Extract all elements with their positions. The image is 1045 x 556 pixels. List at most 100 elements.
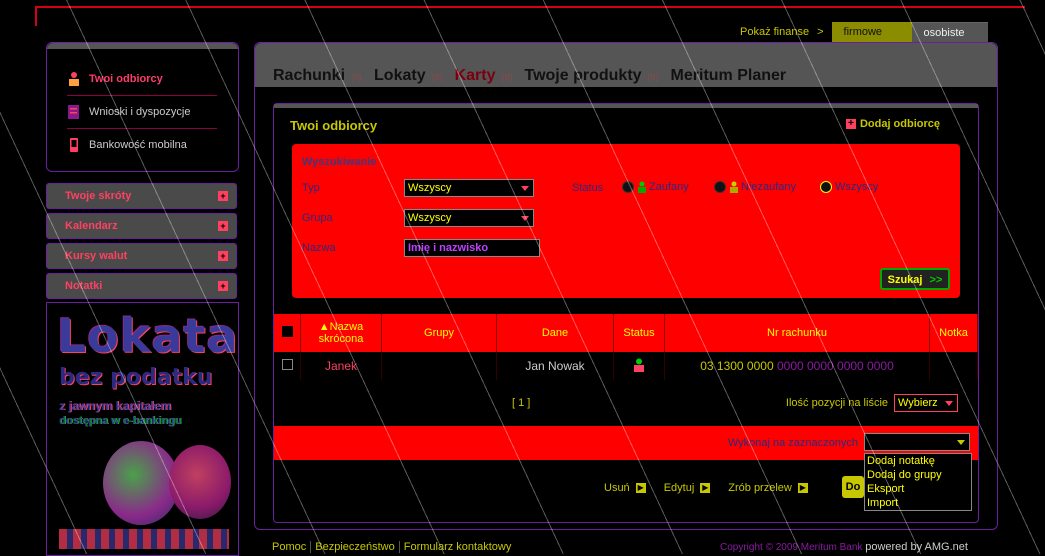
tab-label: Karty bbox=[454, 67, 496, 84]
sidebar-button-label: Kalendarz bbox=[65, 220, 118, 232]
footer-link-contact[interactable]: Formularz kontaktowy bbox=[404, 541, 512, 553]
per-page-select[interactable]: Wybierz bbox=[894, 394, 958, 412]
sidebar-button-calendar[interactable]: Kalendarz + bbox=[46, 213, 237, 239]
radio-icon-selected bbox=[820, 181, 832, 193]
tab-firmowe[interactable]: firmowe bbox=[831, 22, 912, 42]
type-select[interactable]: Wszyscy bbox=[404, 179, 534, 197]
filter-title: Wyszukiwanie bbox=[302, 156, 377, 168]
document-icon bbox=[68, 105, 79, 119]
tab-cards[interactable]: Karty (0) bbox=[455, 67, 519, 85]
group-select-value: Wszyscy bbox=[408, 212, 452, 224]
tab-label: Rachunki bbox=[273, 67, 346, 84]
cell-data: Jan Nowak bbox=[496, 352, 614, 380]
status-radio-untrusted[interactable]: Niezaufany bbox=[714, 181, 796, 193]
table-header-row: ▲Nazwa skrócona Grupy Dane Status Nr rac… bbox=[274, 314, 978, 352]
chevron-down-icon bbox=[957, 440, 965, 445]
sidebar-button-label: Twoje skróty bbox=[65, 190, 132, 202]
tab-products[interactable]: Twoje produkty (0) bbox=[525, 67, 665, 85]
bulk-option-export[interactable]: Eksport bbox=[865, 482, 971, 496]
cell-short-name[interactable]: Janek bbox=[300, 352, 382, 380]
type-label: Typ bbox=[302, 182, 320, 194]
recipients-panel-header bbox=[274, 104, 978, 108]
status-label: Status bbox=[572, 182, 604, 194]
bulk-action-select[interactable] bbox=[864, 433, 970, 451]
sidebar-button-label: Kursy walut bbox=[65, 250, 128, 262]
tab-planner[interactable]: Meritum Planer bbox=[671, 67, 787, 85]
plus-icon: + bbox=[218, 191, 228, 201]
delete-link[interactable]: Usuń ▶ bbox=[604, 482, 646, 494]
group-select[interactable]: Wszyscy bbox=[404, 209, 534, 227]
group-label: Grupa bbox=[302, 212, 333, 224]
sidebar-button-notes[interactable]: Notatki + bbox=[46, 273, 237, 299]
plus-icon: + bbox=[845, 119, 856, 129]
column-groups: Grupy bbox=[381, 314, 497, 352]
sidebar-item-label: Wnioski i dyspozycje bbox=[89, 106, 191, 118]
column-account-number: Nr rachunku bbox=[664, 314, 930, 352]
tab-osobiste[interactable]: osobiste bbox=[911, 21, 988, 43]
edit-link[interactable]: Edytuj ▶ bbox=[664, 482, 711, 494]
search-button-label: Szukaj bbox=[887, 274, 923, 286]
sidebar-item-mobile[interactable]: Bankowość mobilna bbox=[67, 129, 217, 161]
promo-banner[interactable]: Lokata bez podatku z jawnym kapitałem do… bbox=[46, 302, 239, 556]
tab-count: (0) bbox=[501, 72, 513, 82]
powered-by-link[interactable]: powered by AMG.net bbox=[865, 541, 968, 553]
execute-button[interactable]: Do bbox=[842, 476, 864, 498]
sidebar-button-exchange-rates[interactable]: Kursy walut + bbox=[46, 243, 237, 269]
tab-accounts[interactable]: Rachunki (0) bbox=[273, 67, 368, 85]
sidebar-button-shortcuts[interactable]: Twoje skróty + bbox=[46, 183, 237, 209]
chevron-down-icon bbox=[521, 186, 529, 191]
promo-title: Lokata bbox=[57, 309, 239, 363]
person-trusted-icon bbox=[638, 181, 646, 193]
pagination[interactable]: [ 1 ] bbox=[512, 397, 530, 409]
status-radio-trusted[interactable]: Zaufany bbox=[622, 181, 689, 193]
arrow-right-icon: ▶ bbox=[797, 483, 808, 493]
footer-link-security[interactable]: Bezpieczeństwo bbox=[315, 541, 395, 553]
person-icon bbox=[69, 72, 79, 86]
plus-icon: + bbox=[218, 221, 228, 231]
bulk-option-import[interactable]: Import bbox=[865, 496, 971, 510]
radio-icon bbox=[714, 181, 726, 193]
transfer-link[interactable]: Zrób przelew ▶ bbox=[728, 482, 808, 494]
tab-count: (0) bbox=[647, 72, 659, 82]
search-button[interactable]: Szukaj >> bbox=[880, 268, 950, 290]
copyright-text: Copyright © 2009 Meritum Bank bbox=[720, 542, 863, 553]
top-border-line bbox=[35, 6, 1025, 8]
cell-groups bbox=[381, 352, 497, 380]
bulk-option-add-to-group[interactable]: Dodaj do grupy bbox=[865, 468, 971, 482]
status-radio-label: Zaufany bbox=[649, 181, 689, 193]
footer-links: Pomoc Bezpieczeństwo Formularz kontaktow… bbox=[272, 541, 511, 553]
footer-copyright: Copyright © 2009 Meritum Bank powered by… bbox=[720, 541, 968, 553]
promo-text: dostępna w e-bankingu bbox=[59, 415, 182, 427]
select-all-checkbox[interactable] bbox=[281, 326, 293, 337]
tab-count: (0) bbox=[431, 72, 443, 82]
footer-link-help[interactable]: Pomoc bbox=[272, 541, 306, 553]
status-radio-all[interactable]: Wszyscy bbox=[820, 181, 878, 193]
add-recipient-button[interactable]: + Dodaj odbiorcę bbox=[845, 118, 940, 130]
chevron-down-icon bbox=[945, 401, 953, 406]
bulk-action-label: Wykonaj na zaznaczonych bbox=[727, 437, 858, 449]
finance-label: Pokaż finanse bbox=[740, 26, 810, 38]
search-filter: Wyszukiwanie Typ Wszyscy Grupa Wszyscy N… bbox=[292, 144, 960, 298]
per-page-label: Ilość pozycji na liście bbox=[785, 397, 888, 409]
tab-deposits[interactable]: Lokaty (0) bbox=[374, 67, 449, 85]
bulk-option-add-note[interactable]: Dodaj notatkę bbox=[865, 454, 971, 468]
name-input-placeholder: Imię i nazwisko bbox=[408, 242, 489, 254]
account-number-suffix: 0000 0000 0000 0000 bbox=[776, 359, 894, 373]
name-input[interactable]: Imię i nazwisko bbox=[404, 239, 540, 257]
cell-account-number: 03 1300 0000 0000 0000 0000 0000 bbox=[664, 352, 930, 380]
sidebar-item-recipients[interactable]: Twoi odbiorcy bbox=[67, 63, 217, 96]
column-short-name[interactable]: ▲Nazwa skrócona bbox=[300, 314, 382, 352]
row-checkbox[interactable] bbox=[281, 359, 293, 370]
type-select-value: Wszyscy bbox=[408, 182, 452, 194]
column-note: Notka bbox=[929, 314, 978, 352]
select-all-header[interactable] bbox=[274, 314, 301, 352]
sidebar-item-applications[interactable]: Wnioski i dyspozycje bbox=[67, 96, 217, 129]
delete-label: Usuń bbox=[604, 482, 630, 494]
tab-label: Lokaty bbox=[374, 67, 426, 84]
person-trusted-icon bbox=[634, 358, 644, 372]
recipients-title: Twoi odbiorcy bbox=[290, 118, 378, 133]
table-row[interactable]: Janek Jan Nowak 03 1300 0000 0000 0000 0… bbox=[274, 352, 978, 380]
person-untrusted-icon bbox=[730, 181, 738, 193]
name-label: Nazwa bbox=[302, 242, 336, 254]
row-checkbox-cell[interactable] bbox=[274, 352, 301, 380]
